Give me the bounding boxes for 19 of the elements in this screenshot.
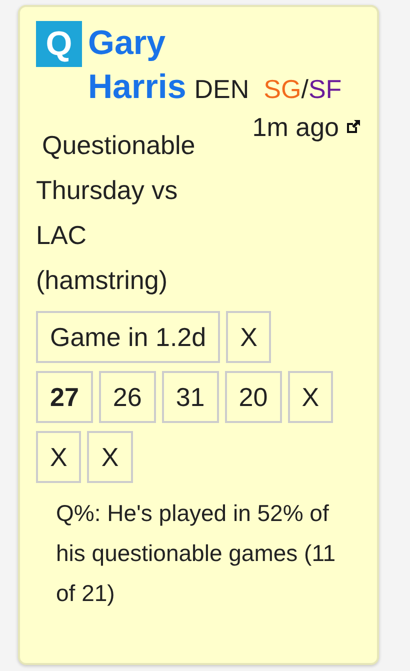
position-label: SG (264, 74, 302, 104)
questionable-stat: Q%: He's played in 52% of his questionable games (11 of 21) (56, 499, 337, 608)
player-name[interactable]: Gary Harris (88, 21, 186, 109)
game-chip: 26 (98, 371, 156, 423)
time-label: 1m ago (252, 112, 339, 142)
game-chip: 20 (224, 371, 282, 423)
game-chip: X (87, 431, 133, 483)
position-label: SF (308, 74, 342, 104)
schedule-chip: Game in 1.2d (36, 311, 220, 363)
status-badge: Q (36, 21, 82, 67)
external-link-icon[interactable] (345, 119, 361, 135)
team-label: DEN (194, 74, 250, 104)
separator: / (301, 74, 308, 104)
game-chip: 31 (162, 371, 219, 423)
game-chip: X (288, 371, 334, 423)
schedule-chip: X (226, 311, 272, 363)
game-chip: X (36, 431, 82, 483)
game-chip: 27 (36, 371, 93, 423)
injury-note: Questionable Thursday vs LAC (hamstring) (36, 129, 196, 297)
